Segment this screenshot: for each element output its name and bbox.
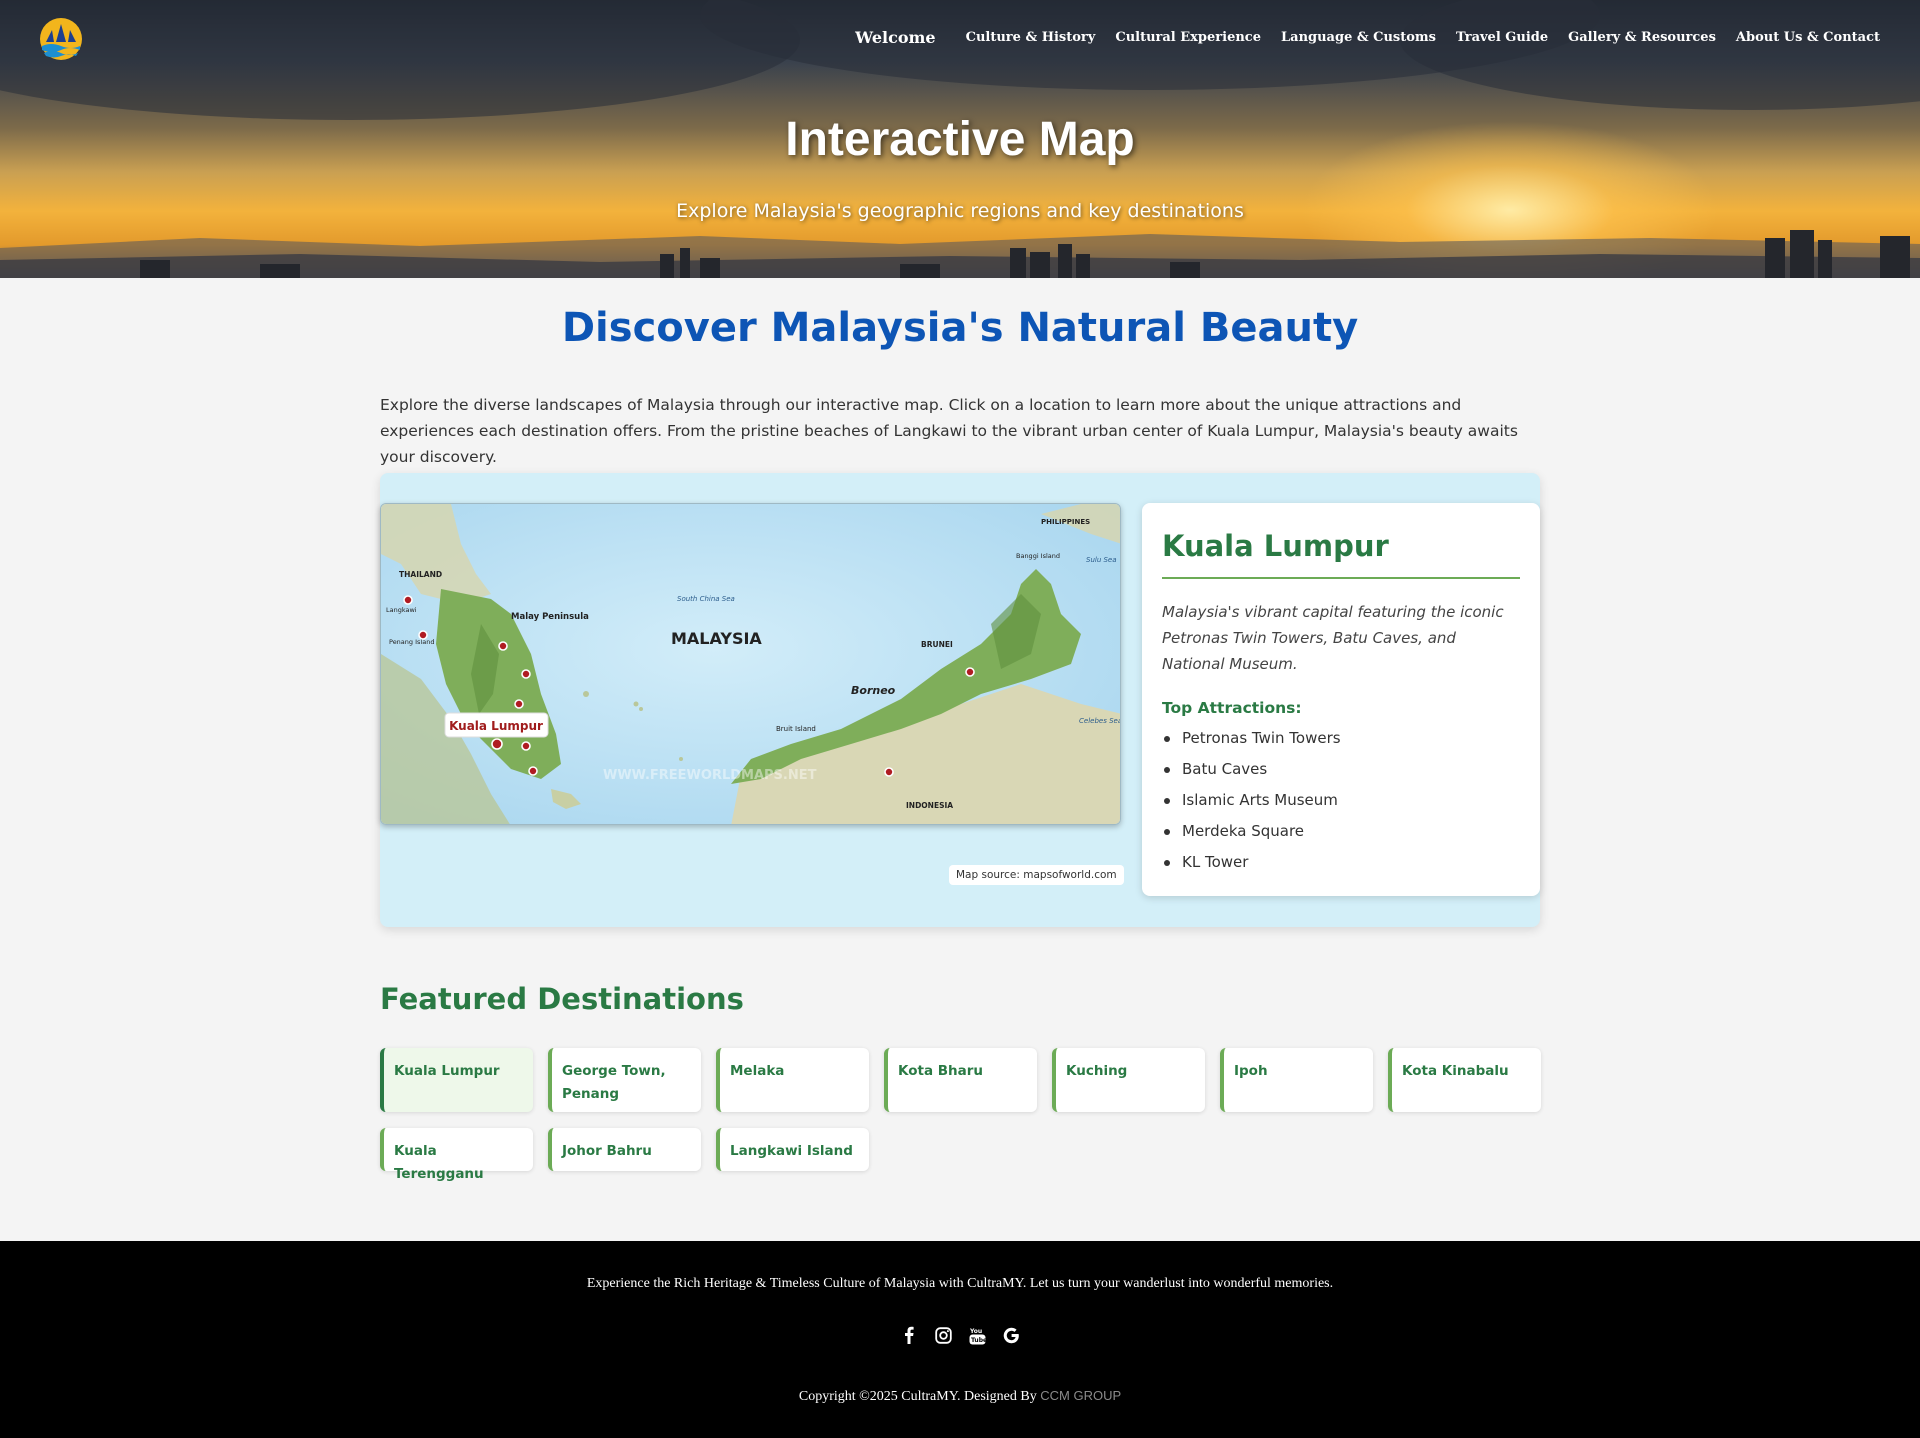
hero-title: Interactive Map xyxy=(785,113,1135,166)
map-label-south-china-sea: South China Sea xyxy=(677,595,735,603)
featured-title: Featured Destinations xyxy=(380,982,744,1016)
attraction-item: Petronas Twin Towers xyxy=(1162,723,1520,754)
marker-kuala-lumpur[interactable] xyxy=(491,738,503,750)
map-label-malaysia: MALAYSIA xyxy=(671,629,762,648)
map-label-brunei: BRUNEI xyxy=(921,640,953,649)
interactive-map[interactable]: THAILAND Langkawi Penang Island Malay Pe… xyxy=(380,503,1121,825)
marker-ipoh[interactable] xyxy=(498,641,508,651)
attraction-item: Islamic Arts Museum xyxy=(1162,785,1520,816)
marker-langkawi[interactable] xyxy=(403,595,413,605)
intro-paragraph: Explore the diverse landscapes of Malays… xyxy=(380,396,1518,466)
nav-welcome[interactable]: Welcome xyxy=(855,28,935,47)
attractions-list: Petronas Twin Towers Batu Caves Islamic … xyxy=(1162,723,1520,878)
attractions-heading: Top Attractions: xyxy=(1162,699,1302,717)
facebook-icon[interactable] xyxy=(899,1325,919,1345)
designer-link[interactable]: CCM GROUP xyxy=(1040,1388,1121,1403)
dest-langkawi-island[interactable]: Langkawi Island xyxy=(716,1128,869,1171)
google-icon[interactable] xyxy=(1001,1325,1021,1345)
map-label-philippines: PHILIPPINES xyxy=(1041,518,1090,526)
attraction-item: KL Tower xyxy=(1162,847,1520,878)
dest-kuching[interactable]: Kuching xyxy=(1052,1048,1205,1112)
copyright-text: Copyright ©2025 CultraMY. Designed By xyxy=(798,1389,1037,1404)
hero-cloud xyxy=(1400,0,1920,110)
attraction-item: Batu Caves xyxy=(1162,754,1520,785)
hero-cloud xyxy=(0,0,800,120)
nav-language-customs[interactable]: Language & Customs xyxy=(1281,30,1436,45)
map-source-credit: Map source: mapsofworld.com xyxy=(949,865,1124,885)
marker-kuching[interactable] xyxy=(884,767,894,777)
social-links: You Tube xyxy=(0,1325,1920,1345)
nav-gallery-resources[interactable]: Gallery & Resources xyxy=(1568,30,1716,45)
marker-kota-kinabalu[interactable] xyxy=(965,667,975,677)
map-label-bruit: Bruit Island xyxy=(776,725,816,733)
footer-tagline: Experience the Rich Heritage & Timeless … xyxy=(586,1276,1334,1291)
instagram-icon[interactable] xyxy=(933,1325,953,1345)
marker-penang[interactable] xyxy=(418,630,428,640)
map-label-thailand: THAILAND xyxy=(399,570,442,579)
marker-johor-bahru[interactable] xyxy=(528,766,538,776)
dest-george-town-penang[interactable]: George Town, Penang xyxy=(548,1048,701,1112)
map-label-borneo: Borneo xyxy=(851,684,896,697)
map-label-banggi: Banggi Island xyxy=(1016,552,1060,560)
location-info-card: Kuala Lumpur Malaysia's vibrant capital … xyxy=(1142,503,1540,896)
youtube-icon[interactable]: You Tube xyxy=(967,1325,987,1345)
cultramy-logo[interactable] xyxy=(38,16,84,62)
svg-text:Tube: Tube xyxy=(971,1337,986,1344)
svg-text:You: You xyxy=(969,1328,982,1335)
nav-culture-history[interactable]: Culture & History xyxy=(966,30,1096,45)
dest-kota-kinabalu[interactable]: Kota Kinabalu xyxy=(1388,1048,1541,1112)
dest-kuala-lumpur[interactable]: Kuala Lumpur xyxy=(380,1048,533,1112)
map-watermark: WWW.FREEWORLDMAPS.NET xyxy=(603,768,817,783)
dest-ipoh[interactable]: Ipoh xyxy=(1220,1048,1373,1112)
marker-melaka[interactable] xyxy=(521,741,531,751)
section-title: Discover Malaysia's Natural Beauty xyxy=(561,305,1359,351)
map-tooltip-label: Kuala Lumpur xyxy=(449,719,543,733)
footer: Experience the Rich Heritage & Timeless … xyxy=(0,1241,1920,1438)
nav-travel-guide[interactable]: Travel Guide xyxy=(1456,30,1548,45)
dest-kota-bharu[interactable]: Kota Bharu xyxy=(884,1048,1037,1112)
footer-copyright: Copyright ©2025 CultraMY. Designed By CC… xyxy=(0,1388,1920,1405)
map-label-indonesia: INDONESIA xyxy=(906,801,953,810)
attraction-item: Merdeka Square xyxy=(1162,816,1520,847)
nav-about-contact[interactable]: About Us & Contact xyxy=(1736,30,1880,45)
hero-banner: Welcome Culture & History Cultural Exper… xyxy=(0,0,1920,278)
dest-johor-bahru[interactable]: Johor Bahru xyxy=(548,1128,701,1171)
map-tooltip: Kuala Lumpur xyxy=(444,712,549,738)
map-label-langkawi: Langkawi xyxy=(386,606,417,614)
marker-kuala-terengganu[interactable] xyxy=(521,669,531,679)
dest-kuala-terengganu[interactable]: Kuala Terengganu xyxy=(380,1128,533,1182)
map-panel: THAILAND Langkawi Penang Island Malay Pe… xyxy=(380,473,1540,927)
dest-melaka[interactable]: Melaka xyxy=(716,1048,869,1112)
location-description: Malaysia's vibrant capital featuring the… xyxy=(1162,603,1504,673)
map-label-celebes: Celebes Sea xyxy=(1079,717,1121,725)
map-label-peninsula: Malay Peninsula xyxy=(511,612,589,622)
marker-kota-bharu[interactable] xyxy=(514,699,524,709)
location-name: Kuala Lumpur xyxy=(1162,529,1520,579)
map-label-sulu: Sulu Sea xyxy=(1086,556,1117,564)
map-label-penang: Penang Island xyxy=(389,638,434,646)
main-nav: Welcome Culture & History Cultural Exper… xyxy=(855,28,1880,47)
nav-cultural-experience[interactable]: Cultural Experience xyxy=(1115,30,1261,45)
malaysia-map-image: THAILAND Langkawi Penang Island Malay Pe… xyxy=(381,504,1121,824)
hero-subtitle: Explore Malaysia's geographic regions an… xyxy=(676,200,1244,222)
